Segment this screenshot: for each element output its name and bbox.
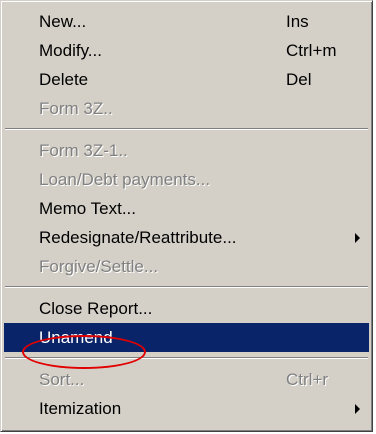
menu-item-shortcut: Ins xyxy=(286,12,309,31)
menu-item-label: Modify... xyxy=(39,41,102,60)
submenu-arrow-icon xyxy=(355,233,360,243)
menu-item-modify[interactable]: Modify... Ctrl+m xyxy=(1,36,372,65)
menu-item-shortcut: Ctrl+m xyxy=(286,41,337,60)
menu-item-label: Memo Text... xyxy=(39,199,136,218)
context-menu: New... Ins Modify... Ctrl+m Delete Del F… xyxy=(0,0,373,432)
menu-item-label: Itemization xyxy=(39,399,122,418)
submenu-arrow-icon xyxy=(355,404,360,414)
menu-item-redesignate-reattribute[interactable]: Redesignate/Reattribute... xyxy=(1,223,372,252)
menu-item-label: New... xyxy=(39,12,87,31)
menu-item-delete[interactable]: Delete Del xyxy=(1,65,372,94)
menu-item-label: Sort... xyxy=(39,370,85,389)
menu-item-label: Close Report... xyxy=(39,299,153,318)
menu-item-label: Unamend xyxy=(39,328,113,347)
menu-item-form-3z-1: Form 3Z-1.. xyxy=(1,136,372,165)
menu-separator xyxy=(5,286,368,288)
menu-item-itemization[interactable]: Itemization xyxy=(1,394,372,423)
menu-item-label: Loan/Debt payments... xyxy=(39,170,211,189)
menu-item-unamend[interactable]: Unamend xyxy=(4,323,369,352)
menu-item-shortcut: Del xyxy=(286,70,312,89)
menu-item-label: Form 3Z-1.. xyxy=(39,141,128,160)
menu-item-sort: Sort... Ctrl+r xyxy=(1,365,372,394)
menu-item-label: Delete xyxy=(39,70,89,89)
menu-separator xyxy=(5,128,368,130)
menu-item-close-report[interactable]: Close Report... xyxy=(1,294,372,323)
menu-item-form-3z: Form 3Z.. xyxy=(1,94,372,123)
menu-item-memo-text[interactable]: Memo Text... xyxy=(1,194,372,223)
menu-item-loan-debt-payments: Loan/Debt payments... xyxy=(1,165,372,194)
menu-item-label: Redesignate/Reattribute... xyxy=(39,228,237,247)
menu-item-shortcut: Ctrl+r xyxy=(286,370,329,389)
menu-item-new[interactable]: New... Ins xyxy=(1,7,372,36)
menu-item-forgive-settle: Forgive/Settle... xyxy=(1,252,372,281)
menu-item-label: Forgive/Settle... xyxy=(39,257,159,276)
menu-item-label: Form 3Z.. xyxy=(39,99,113,118)
menu-separator xyxy=(5,357,368,359)
